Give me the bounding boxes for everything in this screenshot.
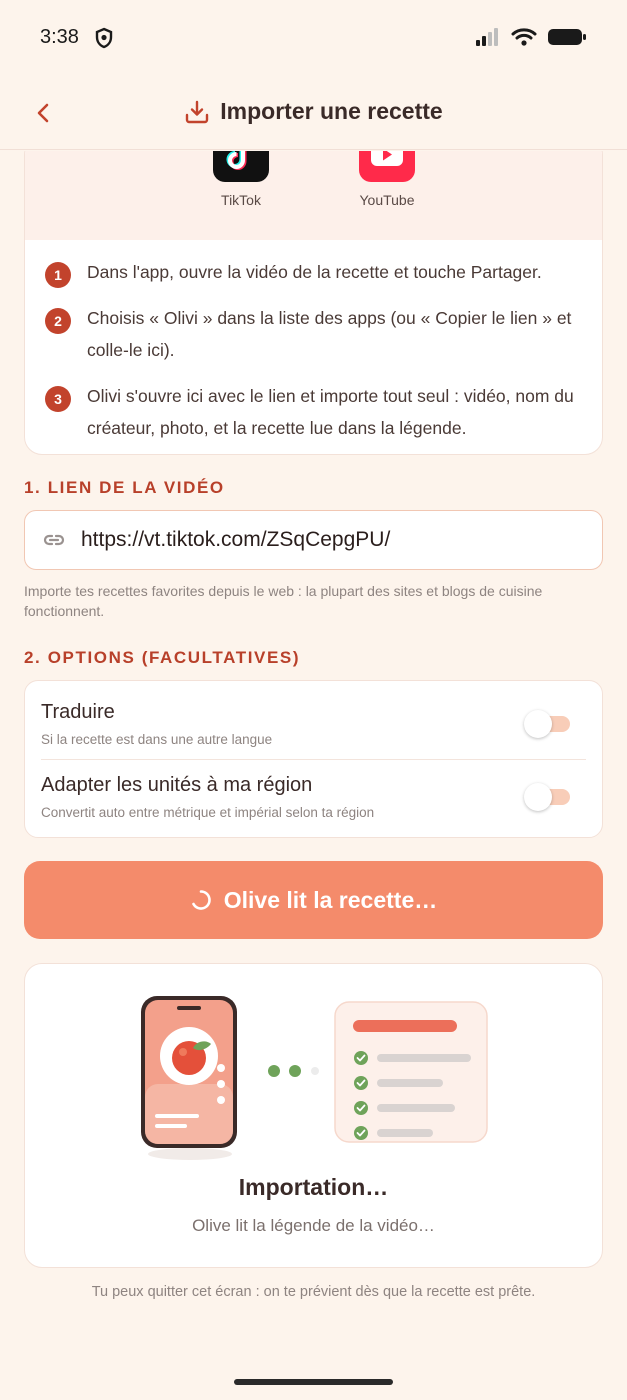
option-adapt-units: Adapter les unités à ma région Convertit… — [41, 774, 588, 844]
instructions-card: TikTok YouTube 1 Dans l'app, ouvre la vi… — [24, 151, 603, 455]
wifi-icon — [511, 28, 537, 46]
translate-toggle[interactable] — [524, 707, 572, 739]
options-card: Traduire Si la recette est dans une autr… — [24, 680, 603, 838]
status-icons — [475, 27, 587, 47]
toggle-thumb — [524, 710, 552, 738]
signal-icon — [476, 28, 498, 46]
progress-dot — [289, 1065, 301, 1077]
recipe-card-icon — [334, 1001, 488, 1143]
step-number-badge: 3 — [45, 386, 71, 412]
video-link-input[interactable] — [81, 528, 561, 552]
progress-dot — [311, 1067, 319, 1075]
progress-dot — [268, 1065, 280, 1077]
footer-note: Tu peux quitter cet écran : on te prévie… — [91, 1284, 536, 1300]
import-button-label: Olive lit la recette… — [223, 886, 438, 913]
phone-shadow — [148, 1148, 232, 1160]
link-section-label: 1. LIEN DE LA VIDÉO — [24, 478, 225, 497]
platform-name: TikTok — [221, 192, 261, 208]
platform-name: YouTube — [359, 192, 415, 208]
download-icon — [186, 100, 209, 123]
toggle-thumb — [524, 783, 552, 811]
shield-icon — [95, 27, 113, 49]
header-title-group: Importer une recette — [0, 98, 627, 125]
step-text: Choisis « Olivi » dans la liste des apps… — [87, 308, 572, 360]
link-icon — [41, 527, 67, 553]
step-number-badge: 1 — [45, 262, 71, 288]
option-title: Traduire — [41, 701, 115, 723]
progress-subtitle: Olive lit la légende de la vidéo… — [192, 1216, 435, 1235]
platform-youtube: YouTube — [347, 151, 427, 208]
import-progress-card: Importation… Olive lit la légende de la … — [24, 963, 603, 1268]
options-section-label: 2. OPTIONS (FACULTATIVES) — [24, 648, 301, 667]
content-scroll[interactable]: TikTok YouTube 1 Dans l'app, ouvre la vi… — [0, 151, 627, 1391]
top-app-bar: Importer une recette — [0, 78, 627, 150]
progress-title: Importation… — [238, 1174, 389, 1200]
step-text: Dans l'app, ouvre la vidéo de la recette… — [87, 262, 542, 282]
step-item: 1 Dans l'app, ouvre la vidéo de la recet… — [45, 256, 582, 288]
tiktok-logo-icon — [213, 151, 269, 182]
youtube-logo-icon — [359, 151, 415, 182]
battery-icon — [548, 29, 586, 45]
video-link-field[interactable] — [24, 510, 603, 570]
option-title: Adapter les unités à ma région — [41, 774, 313, 796]
page-title: Importer une recette — [220, 98, 443, 124]
adapt-units-toggle[interactable] — [524, 780, 572, 812]
step-item: 2 Choisis « Olivi » dans la liste des ap… — [45, 302, 582, 366]
step-number-badge: 2 — [45, 308, 71, 334]
spinner-icon — [191, 890, 211, 910]
steps-list: 1 Dans l'app, ouvre la vidéo de la recet… — [25, 240, 602, 444]
step-item: 3 Olivi s'ouvre ici avec le lien et impo… — [45, 380, 582, 444]
option-subtitle: Si la recette est dans une autre langue — [41, 732, 273, 747]
status-bar: 3:38 — [0, 0, 627, 78]
platform-tiktok: TikTok — [201, 151, 281, 208]
option-subtitle: Convertit auto entre métrique et impéria… — [41, 805, 375, 820]
option-translate: Traduire Si la recette est dans une autr… — [41, 701, 588, 771]
link-helper-text: Importe tes recettes favorites depuis le… — [24, 583, 543, 619]
home-indicator[interactable] — [234, 1379, 393, 1385]
phone-icon — [141, 996, 237, 1148]
platform-band: TikTok YouTube — [25, 151, 602, 240]
divider — [41, 759, 586, 760]
status-time: 3:38 — [40, 26, 79, 48]
import-illustration — [141, 996, 488, 1160]
step-text: Olivi s'ouvre ici avec le lien et import… — [87, 386, 574, 438]
import-button[interactable]: Olive lit la recette… — [24, 861, 603, 939]
